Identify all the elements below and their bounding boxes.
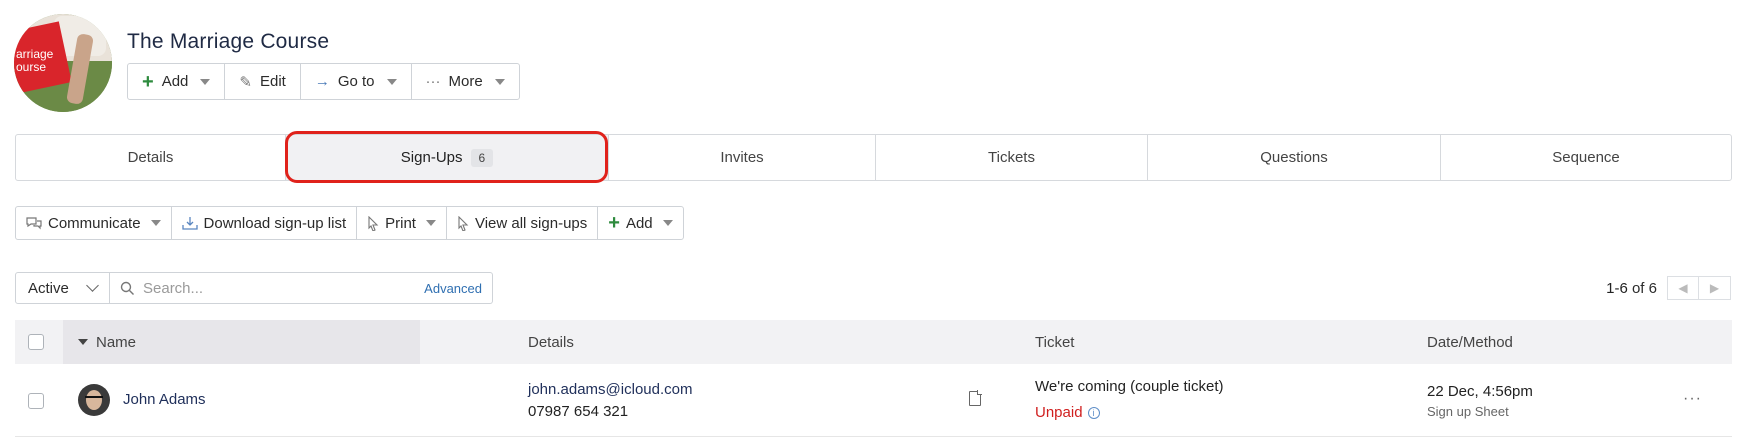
more-button[interactable]: ··· More: [412, 64, 519, 99]
payment-status: Unpaid i: [1035, 404, 1100, 421]
column-label: Details: [528, 333, 574, 351]
payment-status-text: Unpaid: [1035, 404, 1083, 421]
chevron-right-icon: ▶: [1709, 281, 1720, 295]
edit-label: Edit: [259, 73, 286, 90]
page-range-value: 1-6: [1606, 279, 1628, 297]
communicate-label: Communicate: [48, 214, 141, 232]
edit-button[interactable]: ✎ Edit: [225, 64, 301, 99]
tab-label: Invites: [720, 149, 764, 166]
sort-desc-icon: [78, 339, 88, 345]
pointer-icon: [457, 215, 469, 231]
tab-label: Questions: [1260, 149, 1328, 166]
column-label: Name: [96, 333, 137, 351]
chevron-down-icon: [662, 220, 673, 226]
select-all-checkbox[interactable]: [28, 334, 44, 350]
add-button[interactable]: + Add: [128, 64, 226, 99]
arrow-right-icon: →: [314, 73, 330, 90]
tab-questions[interactable]: Questions: [1148, 135, 1441, 180]
download-signup-list-button[interactable]: Download sign-up list: [172, 207, 358, 239]
status-select[interactable]: Active: [15, 272, 110, 304]
goto-label: Go to: [337, 73, 375, 90]
column-header-ticket: Ticket: [1035, 320, 1074, 364]
search-icon: [120, 281, 135, 296]
next-page-button[interactable]: ▶: [1699, 276, 1731, 300]
event-image: arriage ourse: [14, 14, 112, 112]
chevron-down-icon: [386, 78, 397, 85]
table-row[interactable]: John Adams john.adams@icloud.com 07987 6…: [15, 364, 1732, 437]
download-label: Download sign-up list: [203, 214, 347, 232]
column-header-name[interactable]: Name: [63, 320, 420, 364]
tab-tickets[interactable]: Tickets: [876, 135, 1148, 180]
row-menu-icon[interactable]: ···: [1683, 390, 1702, 408]
tab-label: Tickets: [988, 149, 1035, 166]
search-input[interactable]: [143, 279, 417, 297]
status-value: Active: [28, 279, 69, 297]
chat-bubbles-icon: [26, 216, 42, 230]
page-title: The Marriage Course: [127, 30, 330, 53]
more-label: More: [448, 73, 483, 90]
page-total: 6: [1648, 279, 1657, 297]
ticket-name: We're coming (couple ticket): [1035, 378, 1224, 395]
tab-bar: Details Sign-Ups 6 Invites Tickets Quest…: [15, 134, 1732, 181]
pagination: 1-6 of 6 ◀ ▶: [1606, 276, 1731, 300]
email-link[interactable]: john.adams@icloud.com: [528, 381, 692, 398]
add-label: Add: [625, 214, 653, 232]
count-badge: 6: [470, 148, 494, 167]
tab-label: Sign-Ups: [400, 149, 463, 166]
add-signup-button[interactable]: + Add: [598, 207, 682, 239]
pointer-icon: [367, 215, 379, 231]
print-label: Print: [385, 214, 416, 232]
tab-label: Details: [127, 149, 174, 166]
avatar: [78, 384, 110, 416]
view-all-signups-button[interactable]: View all sign-ups: [447, 207, 599, 239]
tab-sign-ups[interactable]: Sign-Ups 6: [286, 135, 609, 180]
tab-details[interactable]: Details: [16, 135, 286, 180]
info-icon[interactable]: i: [1087, 406, 1100, 419]
chevron-down-icon: [200, 78, 211, 85]
event-image-text: arriage ourse: [16, 47, 54, 74]
tab-label: Sequence: [1552, 149, 1620, 166]
signup-method: Sign up Sheet: [1427, 404, 1509, 419]
chevron-down-icon: [86, 279, 99, 292]
pencil-icon: ✎: [239, 73, 252, 91]
document-icon[interactable]: [969, 390, 982, 406]
pager-arrows: ◀ ▶: [1667, 276, 1731, 300]
goto-button[interactable]: → Go to: [301, 64, 412, 99]
column-label: Date/Method: [1427, 333, 1513, 351]
chevron-left-icon: ◀: [1678, 281, 1688, 295]
signup-date: 22 Dec, 4:56pm: [1427, 383, 1533, 400]
person-name[interactable]: John Adams: [123, 391, 206, 408]
tab-invites[interactable]: Invites: [609, 135, 876, 180]
column-header-details: Details: [528, 320, 574, 364]
search-box: Advanced: [110, 272, 493, 304]
chevron-down-icon: [150, 220, 161, 226]
chevron-down-icon: [494, 78, 505, 85]
signups-toolbar: Communicate Download sign-up list Print …: [15, 206, 684, 240]
page-of-label: of: [1631, 279, 1645, 297]
print-button[interactable]: Print: [357, 207, 447, 239]
download-tray-icon: [181, 216, 198, 231]
add-label: Add: [161, 73, 189, 90]
previous-page-button[interactable]: ◀: [1667, 276, 1699, 300]
view-all-label: View all sign-ups: [474, 214, 588, 232]
column-label: Ticket: [1035, 333, 1075, 351]
plus-icon: +: [608, 212, 620, 234]
communicate-button[interactable]: Communicate: [16, 207, 172, 239]
filter-row: Active Advanced: [15, 272, 493, 304]
plus-icon: +: [142, 70, 154, 93]
phone-number: 07987 654 321: [528, 403, 629, 420]
tab-sequence[interactable]: Sequence: [1441, 135, 1731, 180]
row-checkbox[interactable]: [28, 393, 44, 409]
ellipsis-icon: ···: [425, 73, 441, 90]
column-header-date-method: Date/Method: [1427, 320, 1513, 364]
chevron-down-icon: [425, 220, 436, 226]
page-range: 1-6 of 6: [1606, 280, 1657, 297]
advanced-search-link[interactable]: Advanced: [424, 281, 482, 296]
event-action-group: + Add ✎ Edit → Go to ··· More: [127, 63, 520, 100]
table-header: Name Details Ticket Date/Method: [15, 320, 1732, 364]
